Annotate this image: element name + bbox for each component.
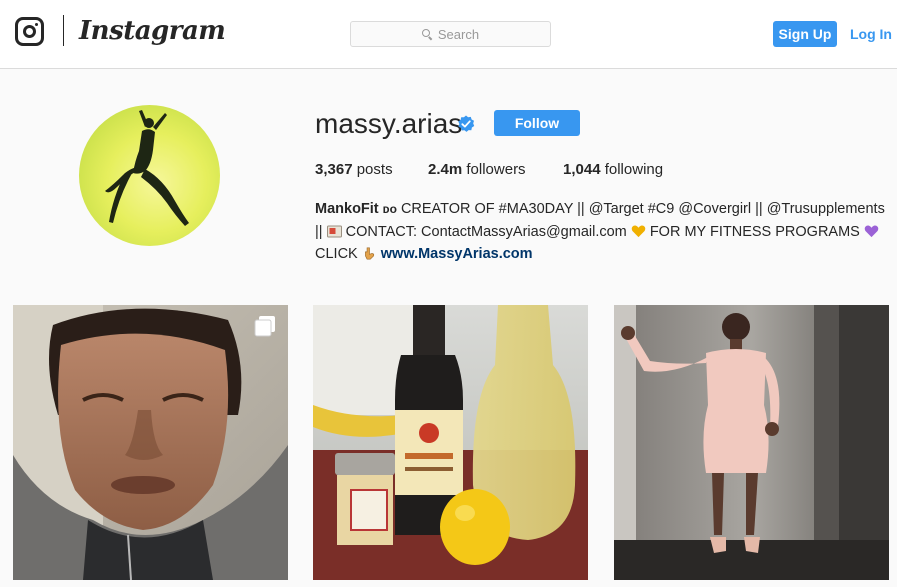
instagram-camera-icon[interactable]	[15, 17, 44, 46]
pointing-down-emoji-icon	[364, 247, 374, 260]
follow-button[interactable]: Follow	[494, 110, 580, 136]
bio-line-1: CREATOR OF #MA30DAY || @Target #C9 @Cove…	[400, 201, 885, 217]
bio-contact: CONTACT: ContactMassyArias@gmail.com	[345, 223, 627, 240]
bio-name-suffix: ᴅᴏ	[382, 202, 397, 216]
bio-website-link[interactable]: www.MassyArias.com	[381, 246, 533, 262]
followers-label: followers	[466, 161, 526, 178]
envelope-emoji-icon	[326, 225, 342, 237]
profile-bio: MankoFit ᴅᴏ CREATOR OF #MA30DAY || @Targ…	[315, 198, 885, 266]
post-thumbnail-3[interactable]	[614, 305, 889, 580]
bio-click: CLICK	[315, 246, 358, 262]
posts-stat: 3,367 posts	[315, 160, 393, 180]
post-thumbnail-1[interactable]	[13, 305, 288, 580]
search-input[interactable]: Search	[350, 21, 551, 47]
verified-badge-icon	[458, 115, 475, 132]
bio-programs: FOR MY FITNESS PROGRAMS	[649, 223, 860, 240]
search-icon	[421, 29, 432, 39]
posts-count: 3,367	[315, 161, 353, 178]
profile-username: massy.arias	[315, 108, 463, 139]
post-thumbnail-2[interactable]	[313, 305, 588, 580]
followers-count: 2.4m	[428, 161, 463, 178]
following-stat[interactable]: 1,044 following	[563, 160, 663, 180]
following-count: 1,044	[563, 161, 601, 178]
following-label: following	[604, 161, 664, 178]
search-placeholder: Search	[437, 26, 480, 42]
purple-heart-emoji-icon	[864, 225, 879, 237]
posts-label: posts	[356, 161, 393, 178]
signup-button[interactable]: Sign Up	[773, 21, 837, 47]
top-nav: Instagram Search Sign Up Log In	[0, 0, 897, 69]
multiple-photos-icon	[254, 316, 275, 337]
profile-avatar	[79, 105, 220, 246]
login-link[interactable]: Log In	[850, 21, 892, 47]
bio-separator: ||	[315, 223, 323, 240]
yellow-heart-emoji-icon	[631, 225, 646, 237]
bio-name: MankoFit	[315, 201, 379, 217]
instagram-wordmark-logo[interactable]: Instagram	[79, 14, 226, 48]
followers-stat[interactable]: 2.4m followers	[428, 160, 526, 180]
logo-divider	[63, 15, 64, 46]
